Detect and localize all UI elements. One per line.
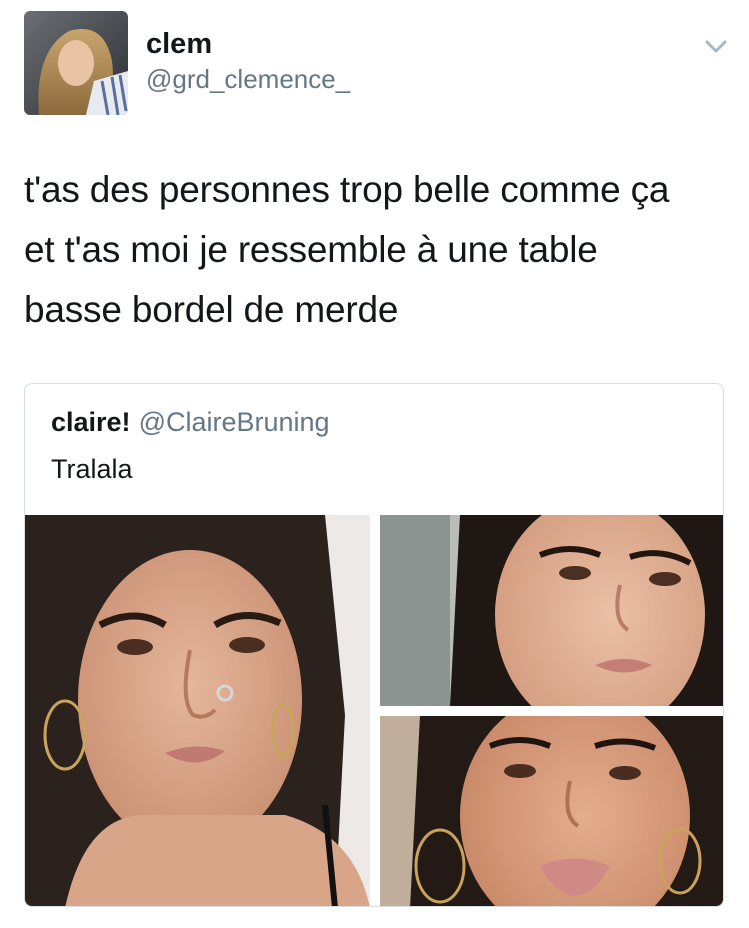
author-name[interactable]: clem [146,26,212,62]
avatar[interactable] [24,11,128,115]
quoted-tweet-header: claire! @ClaireBruning [51,404,330,440]
chevron-down-icon [705,40,727,53]
quoted-photo-2[interactable] [380,515,723,706]
selfie-photo [380,515,723,706]
quoted-author-handle: @ClaireBruning [138,407,330,437]
tweet-text: t'as des personnes trop belle comme ça e… [24,169,670,330]
selfie-photo [25,515,370,906]
quoted-author-name: claire! [51,407,131,437]
avatar-photo [24,11,128,115]
tweet-menu-button[interactable] [700,30,732,62]
author-handle[interactable]: @grd_clemence_ [146,62,350,96]
quoted-tweet-text: Tralala [51,454,133,484]
quoted-tweet-card[interactable]: claire! @ClaireBruning Tralala [24,383,724,907]
quoted-photo-3[interactable] [380,716,723,906]
selfie-photo [380,716,723,906]
quoted-photo-1[interactable] [25,515,370,906]
